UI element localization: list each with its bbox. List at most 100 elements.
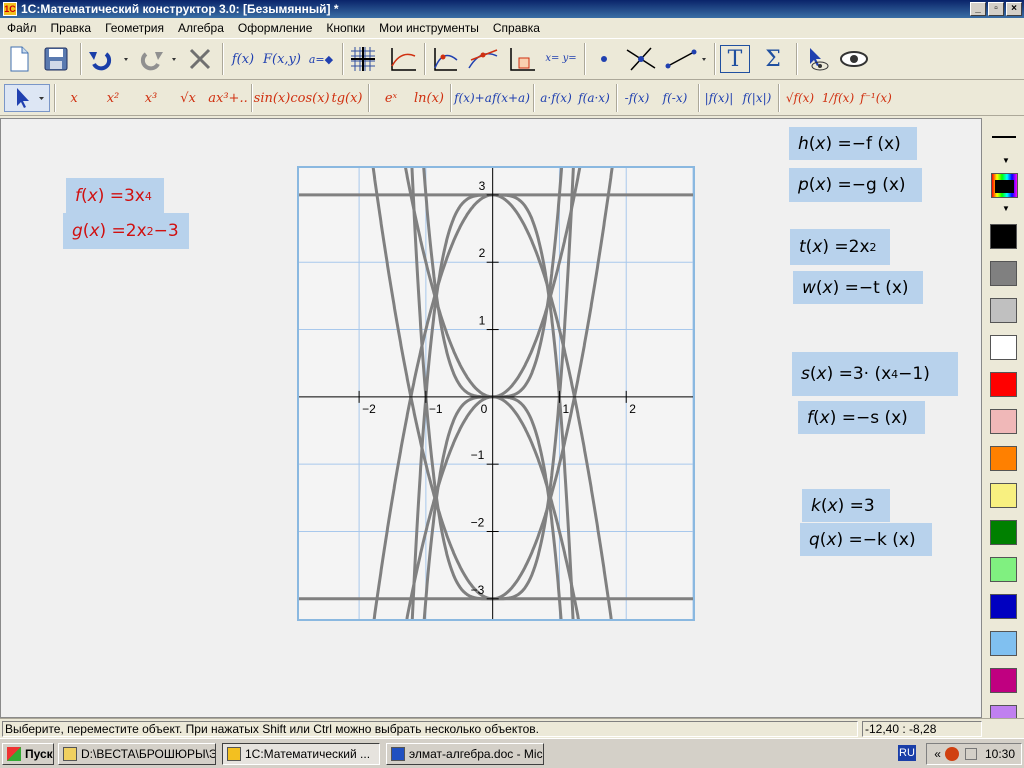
delete-icon[interactable]: [186, 45, 214, 73]
fn-stretch-y-button[interactable]: a·f(x): [538, 86, 574, 110]
formula-w-box[interactable]: w(x) = −t (x): [793, 271, 923, 304]
color-swatch[interactable]: [990, 668, 1017, 693]
menu-edit[interactable]: Правка: [44, 21, 99, 35]
color-swatch[interactable]: [990, 298, 1017, 323]
toolbar-separator: [584, 43, 586, 75]
fn-reflect-y-button[interactable]: f(-x): [658, 86, 692, 110]
grid-icon[interactable]: [348, 45, 378, 73]
tangent-icon[interactable]: [466, 45, 500, 73]
fn-x-button[interactable]: x: [60, 86, 88, 110]
new-doc-icon[interactable]: [6, 45, 32, 73]
color-swatch[interactable]: [990, 261, 1017, 286]
line-width-icon[interactable]: [992, 136, 1016, 138]
coordinates-button[interactable]: x= y=: [544, 45, 578, 73]
x-tick-label: 0: [481, 402, 488, 416]
toolbar-separator: [616, 84, 618, 112]
select-view-icon[interactable]: [802, 45, 832, 73]
menu-design[interactable]: Оформление: [231, 21, 319, 35]
fn-sin-button[interactable]: sin(x): [254, 86, 291, 110]
color-swatch[interactable]: [990, 224, 1017, 249]
start-label: Пуск: [25, 747, 53, 761]
tray-expand-icon[interactable]: «: [934, 747, 941, 761]
taskbar-item-folder[interactable]: D:\ВЕСТА\БРОШЮРЫ\Э...: [58, 743, 216, 765]
fn-exp-button[interactable]: eˣ: [374, 86, 408, 110]
formula-f2-box[interactable]: f(x) = −s (x): [798, 401, 925, 434]
sum-tool-icon[interactable]: Σ: [758, 45, 788, 73]
formula-g-box[interactable]: g(x) = 2x 2 −3: [63, 213, 189, 249]
point-icon[interactable]: [590, 45, 618, 73]
color-swatch[interactable]: [990, 631, 1017, 656]
color-swatch[interactable]: [990, 594, 1017, 619]
function-button[interactable]: f(x): [228, 47, 258, 71]
close-button[interactable]: ×: [1006, 2, 1022, 16]
fn-x2-button[interactable]: x²: [96, 86, 130, 110]
maximize-button[interactable]: ▫: [988, 2, 1004, 16]
fn-polynomial-button[interactable]: ax³+..: [208, 86, 248, 110]
axes-icon[interactable]: [386, 45, 418, 73]
menu-my-tools[interactable]: Мои инструменты: [372, 21, 486, 35]
fn-abs-button[interactable]: |f(x)|: [702, 86, 736, 110]
graph-point-icon[interactable]: [430, 45, 460, 73]
fn-x3-button[interactable]: x³: [136, 86, 166, 110]
parameter-button[interactable]: a= ◆: [306, 47, 336, 71]
chevron-down-icon[interactable]: ▼: [1002, 156, 1010, 165]
language-indicator[interactable]: RU: [898, 745, 916, 761]
taskbar-item-word[interactable]: элмат-алгебра.doc - Mic...: [386, 743, 544, 765]
menu-file[interactable]: Файл: [0, 21, 44, 35]
fn-shift-up-button[interactable]: f(x)+a: [454, 86, 492, 110]
chevron-down-icon[interactable]: ▼: [1002, 204, 1010, 213]
fn-abs-arg-button[interactable]: f(|x|): [740, 86, 774, 110]
color-swatch[interactable]: [990, 520, 1017, 545]
toolbar-separator: [80, 43, 82, 75]
minimize-button[interactable]: _: [970, 2, 986, 16]
save-icon[interactable]: [42, 45, 70, 73]
color-picker-icon[interactable]: [991, 173, 1018, 198]
segment-icon[interactable]: [664, 45, 710, 73]
formula-k-box[interactable]: k(x) = 3: [802, 489, 890, 522]
formula-h-box[interactable]: h(x) = −f (x): [789, 127, 917, 160]
eye-icon[interactable]: [838, 45, 870, 73]
x-tick-label: 2: [629, 402, 636, 416]
undo-icon[interactable]: [86, 45, 130, 73]
menu-algebra[interactable]: Алгебра: [171, 21, 231, 35]
formula-h-name: h: [798, 133, 809, 154]
start-button[interactable]: Пуск: [2, 743, 54, 765]
fn-ln-button[interactable]: ln(x): [412, 86, 446, 110]
select-pointer-icon[interactable]: [4, 84, 50, 112]
color-swatch[interactable]: [990, 372, 1017, 397]
text-tool-icon[interactable]: T: [720, 45, 750, 73]
fn-sqrt-button[interactable]: √x: [172, 86, 204, 110]
fn-reciprocal-button[interactable]: 1/f(x): [820, 86, 856, 110]
color-swatch[interactable]: [990, 557, 1017, 582]
tray-app-icon[interactable]: [944, 747, 959, 761]
menu-help[interactable]: Справка: [486, 21, 547, 35]
formula-f-box[interactable]: f(x) = 3x 4: [66, 178, 164, 214]
fn-sqrt-f-button[interactable]: √f(x): [782, 86, 818, 110]
graph-window[interactable]: −2 −1 0 1 2 3 2 1 −1 −2 −3: [297, 100, 695, 687]
fn-shift-left-button[interactable]: f(x+a): [492, 86, 530, 110]
fn-inverse-button[interactable]: f⁻¹(x): [858, 86, 894, 110]
redo-icon[interactable]: [136, 45, 180, 73]
color-swatch[interactable]: [990, 335, 1017, 360]
fn-cos-button[interactable]: cos(x): [290, 86, 329, 110]
color-swatch[interactable]: [990, 446, 1017, 471]
menu-buttons[interactable]: Кнопки: [319, 21, 372, 35]
formula-t-box[interactable]: t(x) = 2x 2: [790, 229, 890, 265]
formula-f2-rhs: −s (x): [855, 407, 908, 428]
integral-icon[interactable]: [506, 45, 538, 73]
color-swatch[interactable]: [990, 483, 1017, 508]
taskbar-item-mathconstructor[interactable]: 1С:Математический ...: [222, 743, 380, 765]
fn-tg-button[interactable]: tg(x): [330, 86, 364, 110]
implicit-function-button[interactable]: F(x,y): [262, 47, 302, 71]
fn-reflect-x-button[interactable]: -f(x): [620, 86, 654, 110]
intersection-icon[interactable]: [624, 45, 658, 73]
formula-s-box[interactable]: s(x) = 3· (x 4 −1): [792, 352, 958, 396]
toolbar-separator: [778, 84, 780, 112]
formula-p-box[interactable]: p(x) = −g (x): [789, 168, 922, 202]
volume-icon[interactable]: [964, 748, 977, 760]
fn-stretch-x-button[interactable]: f(a·x): [576, 86, 612, 110]
toolbar-separator: [54, 84, 56, 112]
color-swatch[interactable]: [990, 409, 1017, 434]
menu-geometry[interactable]: Геометрия: [98, 21, 171, 35]
formula-q-box[interactable]: q(x) = −k (x): [800, 523, 932, 556]
